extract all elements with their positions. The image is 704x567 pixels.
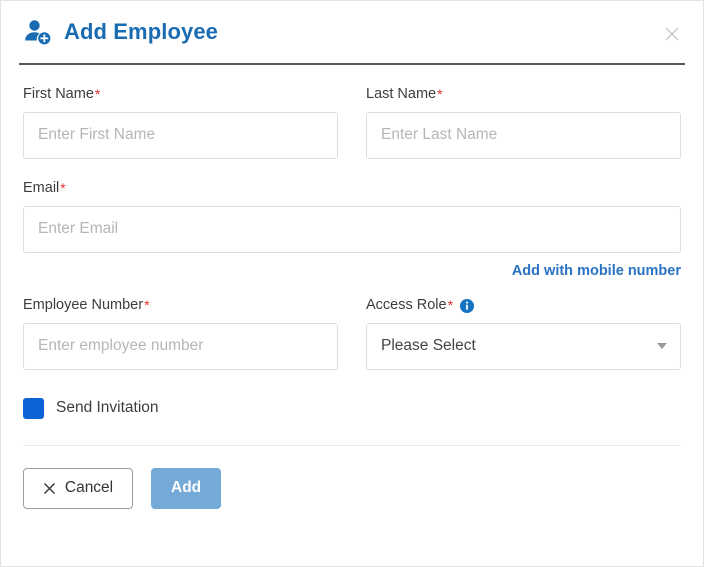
required-marker: * <box>94 85 101 102</box>
employee-number-label: Employee Number * <box>23 296 338 314</box>
email-field-group: Email* Add with mobile number <box>23 179 681 280</box>
employee-number-field-group: Employee Number * <box>23 296 338 370</box>
first-name-input[interactable] <box>23 111 338 159</box>
dialog-footer: Cancel Add <box>1 446 703 509</box>
add-with-mobile-number-link[interactable]: Add with mobile number <box>512 263 681 279</box>
access-role-field-group: Access Role * Please Select <box>366 296 681 370</box>
employee-role-row: Employee Number* Access Role* <box>23 296 681 370</box>
close-icon[interactable] <box>661 23 683 45</box>
required-marker: * <box>60 179 66 196</box>
employee-number-input[interactable] <box>23 322 338 370</box>
email-label: Email * <box>23 179 681 197</box>
add-with-mobile-row: Add with mobile number <box>23 262 681 280</box>
close-x-icon <box>43 482 56 495</box>
last-name-label-text: Last Name <box>366 86 437 102</box>
info-icon[interactable] <box>460 298 475 313</box>
access-role-label-text: Access Role <box>366 296 447 313</box>
required-marker: * <box>437 85 443 102</box>
access-role-select-wrap: Please Select <box>366 322 681 370</box>
access-role-select[interactable]: Please Select <box>366 322 681 370</box>
access-role-selected-value: Please Select <box>381 337 476 355</box>
last-name-input[interactable] <box>366 111 681 159</box>
page-title: Add Employee <box>64 19 219 44</box>
employee-number-label-text: Employee Number <box>23 296 144 313</box>
add-employee-dialog: Add Employee First Name* Last Name* <box>0 0 704 567</box>
first-name-label-text: First Name <box>23 86 94 102</box>
required-marker: * <box>447 296 454 313</box>
last-name-field-group: Last Name * <box>366 85 681 159</box>
cancel-button[interactable]: Cancel <box>23 467 133 509</box>
email-input[interactable] <box>23 205 681 253</box>
dialog-body: First Name* Last Name* Email* Add with m… <box>1 65 703 419</box>
access-role-label: Access Role * <box>366 296 681 314</box>
cancel-button-label: Cancel <box>64 479 114 497</box>
email-label-text: Email <box>23 179 60 196</box>
send-invitation-checkbox[interactable] <box>23 397 44 419</box>
last-name-label: Last Name * <box>366 85 681 103</box>
first-name-label: First Name * <box>23 85 338 103</box>
send-invitation-row[interactable]: Send Invitation <box>23 397 681 419</box>
required-marker: * <box>144 296 150 313</box>
name-row: First Name* Last Name* <box>23 85 681 159</box>
row-spacer <box>23 159 681 181</box>
dialog-header: Add Employee <box>1 1 703 63</box>
first-name-field-group: First Name * <box>23 85 338 159</box>
row-spacer <box>23 280 681 298</box>
add-button[interactable]: Add <box>151 467 222 509</box>
add-user-icon <box>23 17 53 47</box>
send-invitation-label: Send Invitation <box>56 399 159 417</box>
